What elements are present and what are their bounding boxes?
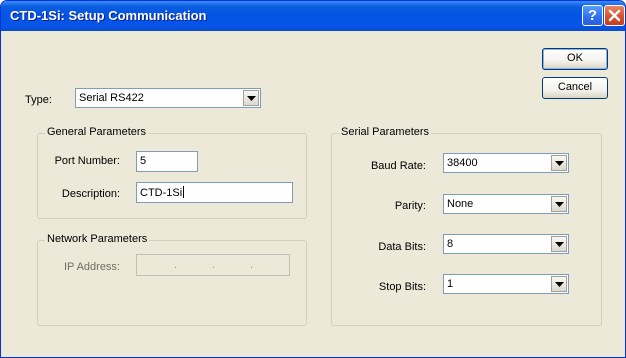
port-number-input[interactable]: 5 — [136, 151, 198, 172]
text-cursor — [183, 186, 185, 198]
ip-dot-1: . — [174, 259, 178, 271]
port-number-label: Port Number: — [54, 155, 120, 167]
chevron-down-icon — [555, 202, 564, 207]
parity-value: None — [447, 198, 474, 210]
chevron-down-icon — [555, 242, 564, 247]
port-number-value: 5 — [140, 155, 147, 167]
ok-button[interactable]: OK — [542, 48, 608, 70]
close-button[interactable] — [604, 5, 625, 26]
type-select-dropdown-button[interactable] — [243, 90, 259, 106]
close-icon — [608, 9, 621, 22]
title-bar[interactable]: CTD-1Si: Setup Communication ? — [1, 1, 625, 31]
chevron-down-icon — [247, 96, 256, 101]
chevron-down-icon — [555, 161, 564, 166]
general-parameters-group: General Parameters — [37, 126, 307, 219]
setup-communication-dialog: CTD-1Si: Setup Communication ? OK Cancel… — [0, 0, 626, 358]
baud-rate-dropdown-button[interactable] — [551, 155, 567, 171]
data-bits-dropdown-button[interactable] — [551, 236, 567, 252]
type-select-value: Serial RS422 — [79, 92, 144, 104]
general-parameters-title: General Parameters — [45, 126, 149, 138]
baud-rate-select[interactable]: 38400 — [443, 153, 569, 173]
stop-bits-label: Stop Bits: — [378, 281, 426, 293]
cancel-button[interactable]: Cancel — [542, 77, 608, 99]
ip-dot-3: . — [250, 259, 254, 271]
baud-rate-value: 38400 — [447, 157, 478, 169]
serial-parameters-title: Serial Parameters — [339, 126, 432, 138]
type-label: Type: — [25, 94, 52, 106]
window-title: CTD-1Si: Setup Communication — [10, 8, 207, 23]
description-value: CTD-1Si — [140, 187, 183, 199]
chevron-down-icon — [555, 282, 564, 287]
stop-bits-dropdown-button[interactable] — [551, 276, 567, 292]
stop-bits-select[interactable]: 1 — [443, 274, 569, 294]
network-parameters-group: Network Parameters — [37, 233, 307, 326]
description-input[interactable]: CTD-1Si — [136, 182, 293, 203]
parity-select[interactable]: None — [443, 194, 569, 214]
ip-dot-2: . — [212, 259, 216, 271]
type-select[interactable]: Serial RS422 — [75, 88, 261, 108]
ip-address-input[interactable]: . . . — [136, 254, 290, 276]
data-bits-value: 8 — [447, 238, 454, 250]
baud-rate-label: Baud Rate: — [370, 160, 426, 172]
stop-bits-value: 1 — [447, 278, 454, 290]
ip-address-label: IP Address: — [63, 261, 120, 273]
parity-label: Parity: — [394, 200, 426, 212]
help-button[interactable]: ? — [582, 5, 603, 26]
network-parameters-title: Network Parameters — [45, 233, 150, 245]
data-bits-select[interactable]: 8 — [443, 234, 569, 254]
data-bits-label: Data Bits: — [378, 241, 426, 253]
help-icon: ? — [587, 7, 598, 24]
description-label: Description: — [61, 188, 120, 200]
parity-dropdown-button[interactable] — [551, 196, 567, 212]
